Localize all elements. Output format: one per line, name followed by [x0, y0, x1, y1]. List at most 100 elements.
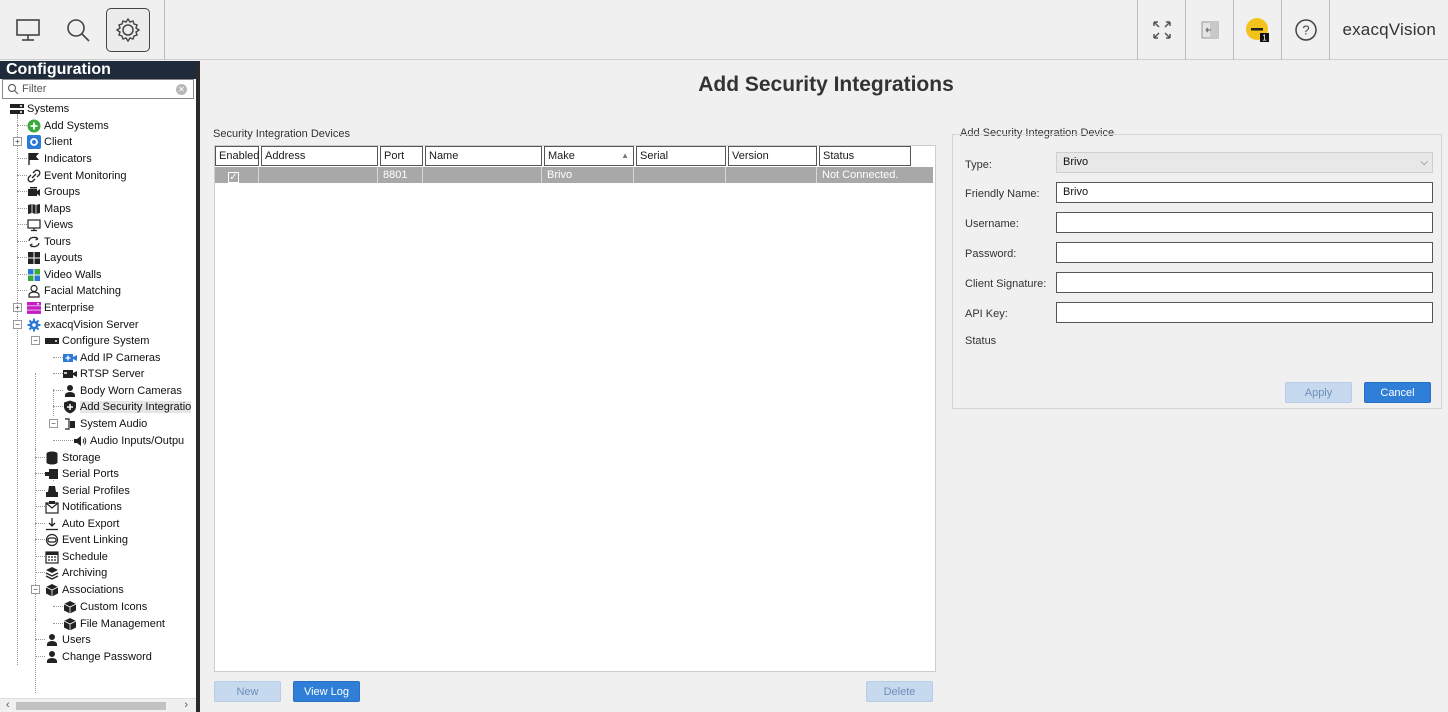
client-signature-field[interactable] — [1056, 272, 1433, 293]
clear-filter-icon[interactable]: ✕ — [176, 84, 187, 95]
tree-storage[interactable]: Storage — [45, 450, 101, 466]
tree-label: Systems — [27, 103, 70, 115]
tree-indicators[interactable]: Indicators — [27, 151, 92, 167]
apply-button[interactable]: Apply — [1285, 382, 1352, 403]
tree-layouts[interactable]: Layouts — [27, 250, 83, 266]
table-row[interactable]: ✓ 8801 Brivo Not Connected. — [215, 167, 933, 183]
tree-label: Custom Icons — [80, 601, 148, 613]
sidebar-horizontal-scrollbar[interactable]: ‹ › — [0, 698, 196, 712]
tree-notifications[interactable]: Notifications — [45, 499, 122, 515]
client-signature-label: Client Signature: — [965, 278, 1047, 290]
scroll-left-icon[interactable]: ‹ — [6, 699, 10, 711]
col-enabled[interactable]: Enabled — [215, 146, 259, 166]
rtsp-camera-icon — [63, 367, 77, 381]
notifications-button[interactable]: 1 — [1233, 0, 1281, 60]
friendly-name-field[interactable]: Brivo — [1056, 182, 1433, 203]
scroll-right-icon[interactable]: › — [184, 699, 188, 711]
col-version[interactable]: Version — [728, 146, 817, 166]
logout-button[interactable] — [1185, 0, 1233, 60]
configuration-button[interactable] — [106, 8, 150, 52]
tree-facial-matching[interactable]: Facial Matching — [27, 283, 121, 299]
view-log-button[interactable]: View Log — [293, 681, 360, 702]
tree-label: Serial Ports — [62, 468, 119, 480]
tree-event-monitoring[interactable]: Event Monitoring — [27, 168, 127, 184]
tree-system-audio[interactable]: System Audio — [63, 416, 147, 432]
tree-users[interactable]: Users — [45, 632, 91, 648]
tree-event-linking[interactable]: Event Linking — [45, 532, 128, 548]
expand-enterprise-icon[interactable]: + — [13, 303, 22, 312]
collapse-associations-icon[interactable]: − — [31, 585, 40, 594]
server-gear-icon — [27, 318, 41, 332]
tree-label: exacqVision Server — [44, 319, 139, 331]
password-field[interactable] — [1056, 242, 1433, 263]
tree-auto-export[interactable]: Auto Export — [45, 516, 119, 532]
cell-address — [261, 167, 378, 183]
tree-add-security-integrations[interactable]: Add Security Integratio — [63, 399, 192, 415]
tree-file-management[interactable]: File Management — [63, 616, 165, 632]
tree-exacqvision-server[interactable]: exacqVision Server — [27, 317, 139, 333]
filter-input[interactable]: Filter ✕ — [2, 79, 194, 99]
expand-client-icon[interactable]: + — [13, 137, 22, 146]
tree-add-systems[interactable]: Add Systems — [27, 118, 109, 134]
col-address[interactable]: Address — [261, 146, 378, 166]
api-key-field[interactable] — [1056, 302, 1433, 323]
flag-icon — [27, 152, 41, 166]
cancel-button[interactable]: Cancel — [1364, 382, 1431, 403]
type-select[interactable]: Brivo ⌵ — [1056, 152, 1433, 173]
tree-label: Users — [62, 634, 91, 646]
live-view-button[interactable] — [6, 8, 50, 52]
tree-label: Enterprise — [44, 302, 95, 314]
search-button[interactable] — [56, 8, 100, 52]
tree-configure-system[interactable]: Configure System — [45, 333, 149, 349]
toolbar-separator — [164, 0, 165, 60]
tree-groups[interactable]: Groups — [27, 184, 80, 200]
tree-video-walls[interactable]: Video Walls — [27, 267, 101, 283]
tree-label: Audio Inputs/Outpu — [90, 435, 185, 447]
tree-change-password[interactable]: Change Password — [45, 649, 152, 665]
tree-serial-ports[interactable]: Serial Ports — [45, 466, 119, 482]
tree-maps[interactable]: Maps — [27, 201, 71, 217]
collapse-server-icon[interactable]: − — [13, 320, 22, 329]
cube-icon — [45, 583, 59, 597]
username-field[interactable] — [1056, 212, 1433, 233]
tree-enterprise[interactable]: Enterprise — [27, 300, 94, 316]
col-serial[interactable]: Serial — [636, 146, 726, 166]
cell-enabled[interactable]: ✓ — [215, 167, 259, 183]
help-symbol: ? — [1302, 23, 1309, 38]
toolbar-left — [0, 0, 150, 60]
tree-systems[interactable]: Systems — [10, 101, 69, 117]
tree-tours[interactable]: Tours — [27, 234, 71, 250]
tree-client[interactable]: Client — [27, 134, 72, 150]
new-button[interactable]: New — [214, 681, 281, 702]
collapse-configure-system-icon[interactable]: − — [31, 336, 40, 345]
col-name[interactable]: Name — [425, 146, 542, 166]
scrollbar-thumb[interactable] — [16, 702, 166, 710]
tree-custom-icons[interactable]: Custom Icons — [63, 599, 147, 615]
tree-associations[interactable]: Associations — [45, 582, 124, 598]
notification-count: 1 — [1262, 34, 1267, 43]
person-icon — [45, 633, 59, 647]
search-icon — [7, 83, 19, 95]
tree-views[interactable]: Views — [27, 217, 73, 233]
col-port[interactable]: Port — [380, 146, 423, 166]
tree-body-worn-cameras[interactable]: Body Worn Cameras — [63, 383, 182, 399]
tree-schedule[interactable]: Schedule — [45, 549, 108, 565]
tree-serial-profiles[interactable]: Serial Profiles — [45, 483, 130, 499]
help-button[interactable]: ? — [1281, 0, 1329, 60]
fullscreen-button[interactable] — [1137, 0, 1185, 60]
linked-circles-icon — [45, 533, 59, 547]
tree-audio-inputs-outputs[interactable]: Audio Inputs/Outpu — [73, 433, 184, 449]
cell-serial — [636, 167, 726, 183]
col-make[interactable]: Make ▲ — [544, 146, 634, 166]
collapse-system-audio-icon[interactable]: − — [49, 419, 58, 428]
delete-button[interactable]: Delete — [866, 681, 933, 702]
api-key-label: API Key: — [965, 308, 1008, 320]
tree-label: Body Worn Cameras — [80, 385, 182, 397]
cube-icon — [63, 617, 77, 631]
col-status[interactable]: Status — [819, 146, 911, 166]
tree-archiving[interactable]: Archiving — [45, 565, 107, 581]
tree-add-ip-cameras[interactable]: Add IP Cameras — [63, 350, 161, 366]
tree-rtsp-server[interactable]: RTSP Server — [63, 366, 144, 382]
enabled-checkbox[interactable]: ✓ — [228, 172, 239, 183]
type-label: Type: — [965, 159, 992, 171]
